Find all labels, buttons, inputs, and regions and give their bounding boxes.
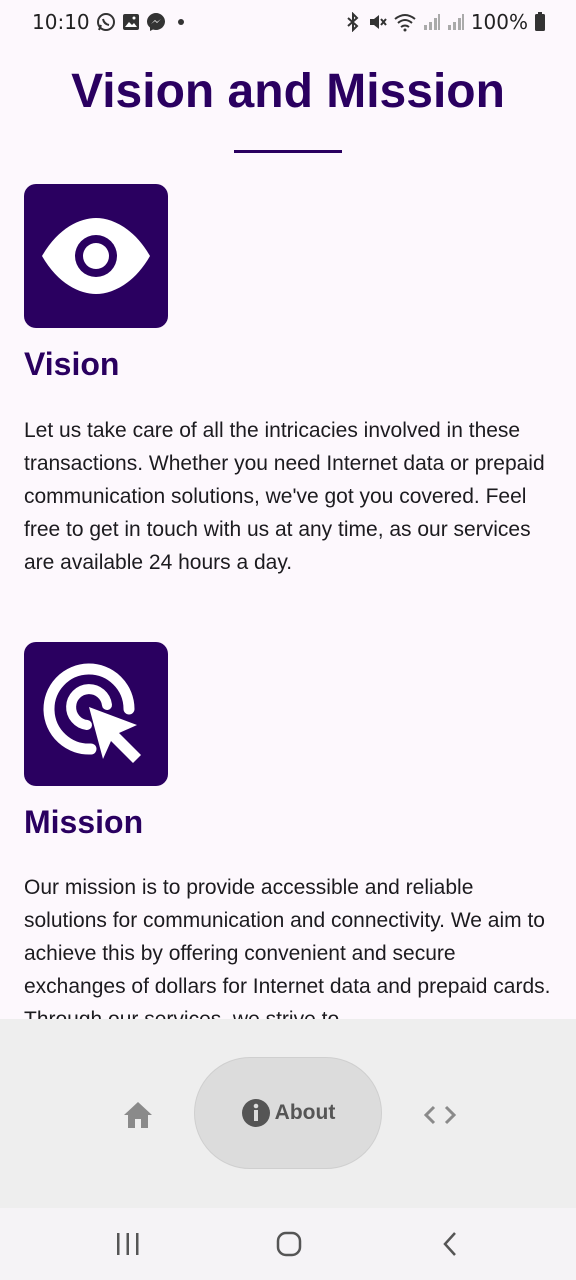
back-icon — [443, 1232, 456, 1256]
signal-icon — [447, 13, 465, 31]
system-navigation-bar — [0, 1208, 576, 1280]
bluetooth-icon — [345, 12, 361, 32]
home-system-button[interactable] — [265, 1226, 313, 1262]
messenger-icon — [146, 12, 166, 32]
vision-heading: Vision — [24, 346, 120, 382]
bottom-navigation: About — [0, 1019, 576, 1208]
mission-heading: Mission — [24, 804, 144, 840]
wifi-icon — [393, 12, 417, 32]
nav-home[interactable] — [108, 1093, 168, 1137]
battery-icon — [534, 12, 546, 32]
mission-body: Our mission is to provide accessible and… — [24, 876, 551, 1019]
status-left: 10:10 — [32, 10, 184, 34]
nav-code[interactable] — [410, 1093, 470, 1137]
page-title: Vision and Mission — [71, 65, 505, 118]
nav-about-label: About — [274, 1101, 336, 1124]
back-button[interactable] — [426, 1226, 474, 1262]
home-circle-icon — [276, 1231, 302, 1257]
gallery-icon — [122, 13, 140, 31]
code-icon — [423, 1105, 457, 1125]
target-cursor-icon — [43, 663, 141, 763]
recent-apps-icon — [117, 1233, 139, 1255]
mute-icon — [367, 12, 387, 32]
content-area[interactable]: Vision and Mission Vision Let us take ca… — [0, 44, 576, 1019]
recent-apps-button[interactable] — [104, 1226, 152, 1262]
status-time: 10:10 — [32, 10, 90, 34]
nav-about[interactable]: About — [194, 1057, 382, 1169]
mission-icon-tile — [24, 642, 168, 786]
info-icon — [241, 1099, 270, 1127]
notification-dot — [177, 19, 184, 25]
status-bar: 10:10 100% — [0, 0, 576, 44]
status-right: 100% — [345, 10, 546, 34]
title-divider — [234, 150, 342, 153]
vision-body: Let us take care of all the intricacies … — [24, 419, 545, 574]
eye-icon — [42, 218, 150, 294]
whatsapp-icon — [96, 12, 116, 32]
home-icon — [124, 1102, 152, 1128]
vision-icon-tile — [24, 184, 168, 328]
battery-percent: 100% — [470, 10, 528, 34]
signal-icon — [423, 13, 441, 31]
